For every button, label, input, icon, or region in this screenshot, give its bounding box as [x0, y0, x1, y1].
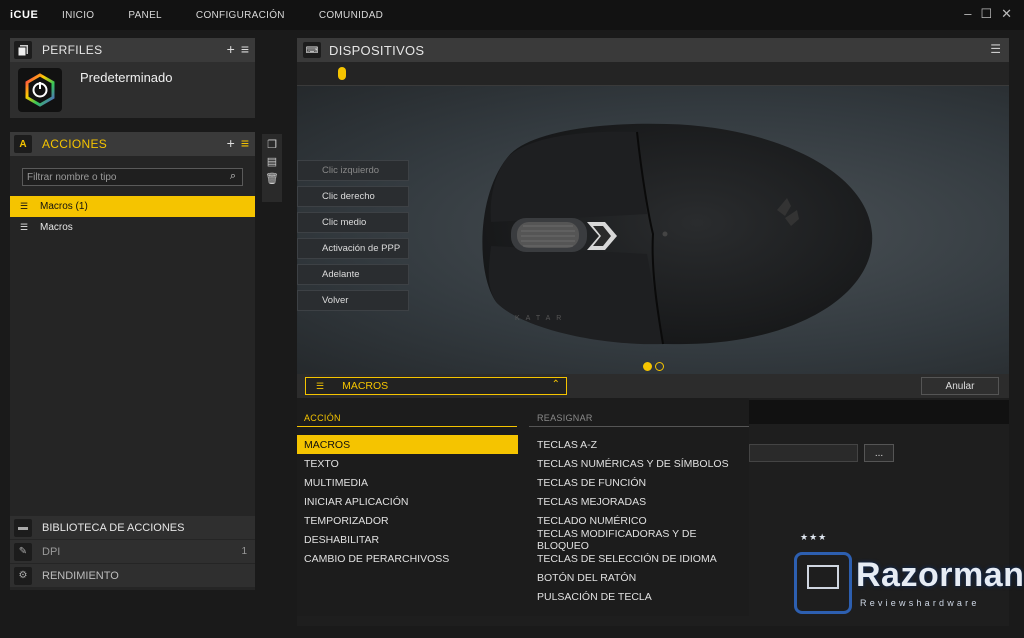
action-type-dropdown: ACCIÓN REASIGNAR MACROS TEXTO MULTIMEDIA… — [297, 398, 749, 616]
library-icon: ▬ — [14, 518, 32, 537]
middle-click-button[interactable]: Clic medio — [297, 212, 409, 233]
watermark-name: Razorman — [856, 556, 1024, 594]
add-action-icon[interactable]: + — [227, 135, 235, 151]
mouse-brand-text: KATAR — [515, 315, 567, 322]
option-iniciar-aplicacion[interactable]: INICIAR APLICACIÓN — [297, 492, 518, 511]
trash-icon[interactable]: 🗑 — [265, 172, 279, 185]
filter-box: ⌕ — [22, 168, 243, 186]
back-button[interactable]: Volver — [297, 290, 409, 311]
action-column-header: ACCIÓN — [304, 413, 341, 423]
devices-title: DISPOSITIVOS — [329, 42, 425, 58]
section-label: BIBLIOTECA DE ACCIONES — [42, 521, 185, 534]
cancel-button[interactable]: Anular — [921, 377, 999, 395]
section-label: DPI — [42, 545, 61, 558]
action-type-value: MACROS — [342, 380, 389, 392]
nav-comunidad[interactable]: COMUNIDAD — [319, 10, 383, 21]
icue-profile-icon — [18, 68, 62, 112]
list-item[interactable]: ☰ Macros (1) — [10, 196, 255, 217]
copy-icon[interactable]: ❐ — [267, 138, 277, 151]
option-teclas-idioma[interactable]: TECLAS DE SELECCIÓN DE IDIOMA — [537, 549, 749, 568]
list-icon: ☰ — [20, 222, 29, 232]
option-boton-raton[interactable]: BOTÓN DEL RATÓN — [537, 568, 749, 587]
path-field[interactable] — [749, 444, 858, 462]
actions-menu-icon[interactable]: ≡ — [241, 135, 249, 151]
minimize-icon[interactable]: – — [964, 6, 971, 22]
monitor-icon — [794, 552, 852, 614]
device-strip — [297, 62, 1009, 86]
actions-header: A ACCIONES + ≡ — [10, 132, 255, 156]
browse-button[interactable]: ... — [864, 444, 894, 462]
search-icon[interactable]: ⌕ — [230, 170, 236, 183]
device-canvas: Clic izquierdo Clic derecho Clic medio A… — [297, 86, 1009, 374]
list-icon: ☰ — [20, 201, 29, 211]
actions-title: ACCIONES — [42, 137, 108, 151]
option-temporizador[interactable]: TEMPORIZADOR — [297, 511, 518, 530]
devices-header: ⌨ DISPOSITIVOS ☰ — [297, 38, 1009, 62]
option-teclas-funcion[interactable]: TECLAS DE FUNCIÓN — [537, 473, 749, 492]
watermark-stars: ★★★ — [800, 532, 828, 542]
dpi-icon: ✎ — [14, 542, 32, 561]
list-item-label: Macros (1) — [40, 201, 88, 212]
profiles-title: PERFILES — [42, 43, 103, 57]
dpi-activation-button[interactable]: Activación de PPP — [297, 238, 409, 259]
add-profile-icon[interactable]: + — [227, 41, 235, 57]
action-type-select[interactable]: ☰ MACROS ⌃ — [305, 377, 567, 395]
option-teclas-mejoradas[interactable]: TECLAS MEJORADAS — [537, 492, 749, 511]
list-item-label: Macros — [40, 222, 73, 233]
keyboard-icon: ⌨ — [303, 42, 321, 58]
profiles-menu-icon[interactable]: ≡ — [241, 41, 249, 57]
window-controls: – ☐ ✕ — [964, 6, 1012, 22]
remap-column-header: REASIGNAR — [537, 413, 593, 423]
close-icon[interactable]: ✕ — [1001, 6, 1012, 22]
actions-badge: A — [14, 135, 32, 153]
dpi-count: 1 — [241, 546, 247, 557]
option-deshabilitar[interactable]: DESHABILITAR — [297, 530, 518, 549]
pager-dot-2[interactable] — [655, 362, 664, 371]
chevron-up-icon: ⌃ — [551, 379, 560, 390]
profile-name: Predeterminado — [80, 70, 173, 85]
settings-band — [749, 400, 1009, 424]
profiles-icon — [14, 41, 32, 59]
left-click-button[interactable]: Clic izquierdo — [297, 160, 409, 181]
forward-button[interactable]: Adelante — [297, 264, 409, 285]
option-cambio-perfil[interactable]: CAMBIO DE PERARCHIVOSS — [297, 549, 518, 568]
section-label: RENDIMIENTO — [42, 569, 119, 582]
dpi-section[interactable]: ✎ DPI 1 — [10, 540, 255, 563]
app-logo: iCUE — [10, 9, 39, 21]
list-icon: ☰ — [316, 380, 325, 391]
mouse-image: KATAR — [482, 123, 873, 345]
nav-panel[interactable]: PANEL — [128, 10, 162, 21]
action-tools: ❐ ▤ 🗑 — [262, 134, 282, 202]
view-pager — [643, 362, 664, 371]
button-list: Clic izquierdo Clic derecho Clic medio A… — [297, 160, 409, 316]
option-pulsacion-tecla[interactable]: PULSACIÓN DE TECLA — [537, 587, 749, 606]
performance-section[interactable]: ⚙ RENDIMIENTO — [10, 564, 255, 587]
mouse-device-icon[interactable] — [338, 67, 346, 80]
option-teclas-modificadoras[interactable]: TECLAS MODIFICADORAS Y DE BLOQUEO — [537, 528, 749, 552]
profiles-header: PERFILES + ≡ — [10, 38, 255, 62]
watermark: ★★★ Razorman Reviewshardware — [794, 530, 1024, 620]
devices-menu-icon[interactable]: ☰ — [990, 42, 1001, 56]
left-sidebar: PERFILES + ≡ Predeterminado A ACCIONES +… — [10, 38, 255, 590]
duplicate-icon[interactable]: ▤ — [267, 155, 277, 168]
profile-item[interactable]: Predeterminado — [10, 62, 255, 118]
option-multimedia[interactable]: MULTIMEDIA — [297, 473, 518, 492]
top-bar: iCUE INICIO PANEL CONFIGURACIÓN COMUNIDA… — [0, 0, 1024, 30]
right-click-button[interactable]: Clic derecho — [297, 186, 409, 207]
filter-input[interactable] — [27, 171, 217, 183]
action-bar: ☰ MACROS ⌃ Anular — [297, 374, 1009, 398]
performance-icon: ⚙ — [14, 566, 32, 585]
option-macros[interactable]: MACROS — [297, 435, 518, 454]
pager-dot-1[interactable] — [643, 362, 652, 371]
list-item[interactable]: ☰ Macros — [10, 217, 255, 238]
option-teclas-numericas[interactable]: TECLAS NUMÉRICAS Y DE SÍMBOLOS — [537, 454, 749, 473]
maximize-icon[interactable]: ☐ — [980, 6, 992, 22]
watermark-tagline: Reviewshardware — [860, 598, 980, 608]
nav-inicio[interactable]: INICIO — [62, 10, 94, 21]
option-teclas-az[interactable]: TECLAS A-Z — [537, 435, 749, 454]
action-library-section[interactable]: ▬ BIBLIOTECA DE ACCIONES — [10, 516, 255, 539]
option-texto[interactable]: TEXTO — [297, 454, 518, 473]
nav-configuracion[interactable]: CONFIGURACIÓN — [196, 10, 285, 21]
